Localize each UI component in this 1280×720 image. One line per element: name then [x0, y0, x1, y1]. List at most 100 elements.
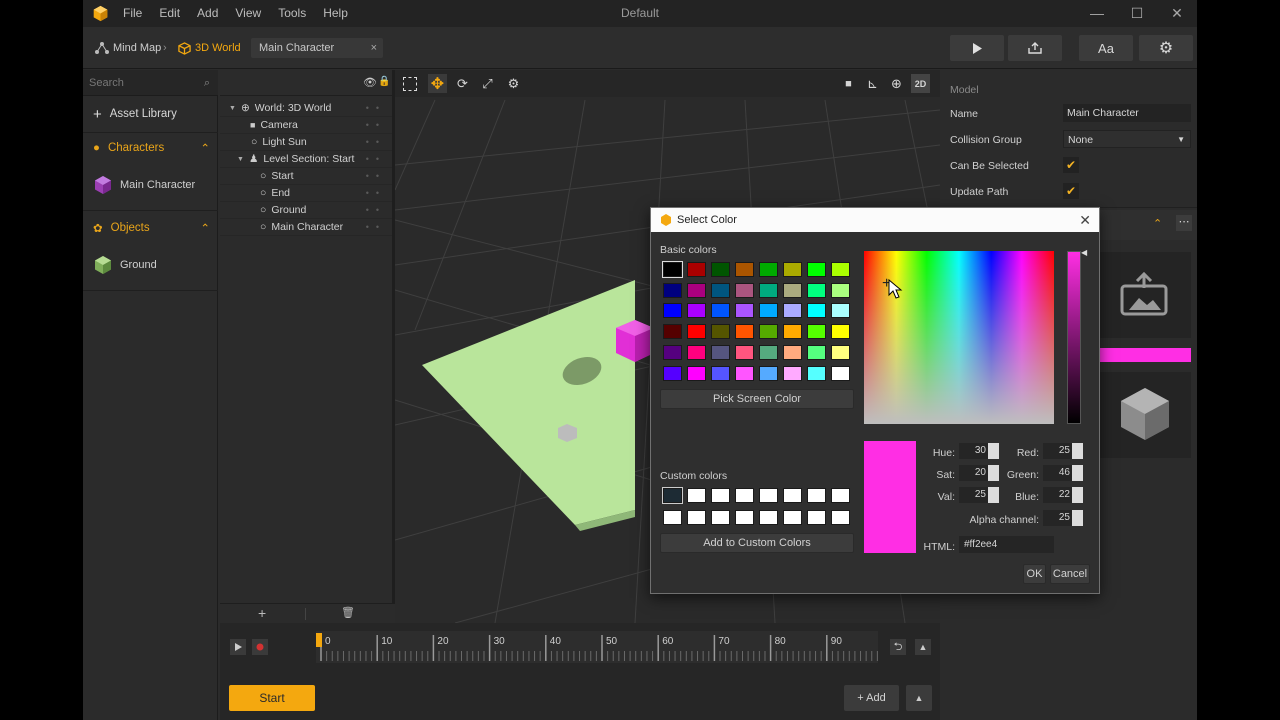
basic-color-swatch[interactable]: [831, 365, 850, 381]
custom-color-swatch[interactable]: [687, 510, 706, 525]
move-tool-button[interactable]: ✥: [428, 74, 447, 93]
row-toggles[interactable]: ••: [366, 168, 386, 185]
basic-color-swatch[interactable]: [759, 365, 778, 381]
custom-color-swatch[interactable]: [783, 510, 802, 525]
row-toggles[interactable]: ••: [366, 185, 386, 202]
chevron-up-icon[interactable]: ⌃: [1153, 217, 1162, 230]
custom-color-swatch[interactable]: [662, 487, 683, 504]
tree-item-camera[interactable]: ■ Camera ••: [220, 117, 392, 134]
color-bar[interactable]: [1099, 348, 1191, 362]
basic-color-swatch[interactable]: [807, 344, 826, 360]
row-toggles[interactable]: ••: [366, 117, 386, 134]
tree-item-light-sun[interactable]: ○ Light Sun ••: [220, 134, 392, 151]
sat-spinbox[interactable]: 20: [959, 465, 999, 481]
pick-screen-color-button[interactable]: Pick Screen Color: [660, 389, 854, 409]
basic-color-swatch[interactable]: [807, 262, 826, 277]
2d-toggle-button[interactable]: 2D: [911, 74, 930, 93]
lock-icon[interactable]: 🔒: [378, 76, 390, 87]
asset-library-button[interactable]: + Asset Library: [83, 99, 218, 129]
playhead[interactable]: [316, 633, 322, 647]
basic-color-swatch[interactable]: [687, 282, 706, 298]
name-field[interactable]: Main Character: [1063, 104, 1191, 122]
basic-color-swatch[interactable]: [711, 282, 730, 298]
breadcrumb-3d-world[interactable]: 3D World: [178, 27, 241, 69]
tree-item-end[interactable]: ○ End ••: [220, 185, 392, 202]
basic-color-swatch[interactable]: [711, 344, 730, 360]
basic-color-swatch[interactable]: [783, 344, 802, 360]
basic-color-swatch[interactable]: [711, 324, 730, 340]
basic-color-swatch[interactable]: [663, 282, 682, 298]
camera-view-button[interactable]: ■: [839, 74, 858, 93]
tree-item-level-section[interactable]: ▼ ♟ Level Section: Start ••: [220, 151, 392, 168]
start-button[interactable]: Start: [229, 685, 315, 711]
row-toggles[interactable]: ••: [366, 151, 386, 168]
scale-tool-button[interactable]: ⤢: [478, 74, 497, 93]
row-toggles[interactable]: ••: [366, 100, 386, 117]
add-event-button[interactable]: + Add: [844, 685, 899, 711]
tab-main-character[interactable]: Main Character ×: [251, 38, 383, 58]
asset-item-ground[interactable]: Ground: [93, 253, 157, 277]
custom-color-swatch[interactable]: [831, 488, 850, 503]
basic-color-swatch[interactable]: [831, 344, 850, 360]
custom-color-swatch[interactable]: [759, 488, 778, 503]
image-upload-slot[interactable]: [1099, 252, 1191, 338]
collapse-timeline-button[interactable]: ▲: [915, 639, 931, 655]
ok-button[interactable]: OK: [1023, 564, 1046, 584]
basic-color-swatch[interactable]: [759, 262, 778, 277]
basic-color-swatch[interactable]: [663, 344, 682, 360]
slider-handle-icon[interactable]: ◀: [1081, 248, 1087, 257]
asset-item-main-character[interactable]: Main Character: [93, 173, 195, 197]
menu-file[interactable]: File: [123, 0, 142, 27]
custom-color-swatch[interactable]: [687, 488, 706, 503]
blue-spinbox[interactable]: 22: [1043, 487, 1083, 503]
custom-color-swatch[interactable]: [735, 510, 754, 525]
menu-edit[interactable]: Edit: [159, 0, 180, 27]
basic-color-swatch[interactable]: [831, 282, 850, 298]
custom-color-swatch[interactable]: [759, 510, 778, 525]
basic-color-swatch[interactable]: [735, 282, 754, 298]
red-spinbox[interactable]: 25: [1043, 443, 1083, 459]
val-spinbox[interactable]: 25: [959, 487, 999, 503]
basic-color-swatch[interactable]: [759, 303, 778, 319]
basic-color-swatch[interactable]: [807, 282, 826, 298]
html-color-input[interactable]: #ff2ee4: [959, 536, 1054, 553]
snap-tool-button[interactable]: ⚙: [504, 74, 523, 93]
update-path-checkbox[interactable]: ✔: [1063, 183, 1079, 199]
basic-color-swatch[interactable]: [759, 324, 778, 340]
basic-color-swatch[interactable]: [831, 303, 850, 319]
basic-color-swatch[interactable]: [711, 262, 730, 277]
perspective-button[interactable]: ⊕: [887, 74, 906, 93]
select-tool-button[interactable]: [400, 74, 419, 93]
basic-color-swatch[interactable]: [807, 365, 826, 381]
custom-color-swatch[interactable]: [831, 510, 850, 525]
tree-item-ground[interactable]: ○ Ground ••: [220, 202, 392, 219]
basic-color-swatch[interactable]: [735, 262, 754, 277]
loop-button[interactable]: ⮌: [890, 639, 906, 655]
section-characters-header[interactable]: ● Characters ⌃: [83, 133, 218, 163]
close-dialog-button[interactable]: ✕: [1079, 208, 1091, 232]
basic-color-swatch[interactable]: [735, 344, 754, 360]
basic-color-swatch[interactable]: [687, 365, 706, 381]
collision-group-select[interactable]: None ▼: [1063, 130, 1191, 148]
visibility-icon[interactable]: 👁: [363, 76, 377, 89]
more-options-button[interactable]: ⋯: [1176, 215, 1192, 231]
basic-color-swatch[interactable]: [663, 324, 682, 340]
alpha-spinbox[interactable]: 25: [1043, 510, 1083, 526]
basic-color-swatch[interactable]: [807, 303, 826, 319]
add-to-custom-colors-button[interactable]: Add to Custom Colors: [660, 533, 854, 553]
rotate-tool-button[interactable]: ⟳: [453, 74, 472, 93]
record-button[interactable]: [252, 639, 268, 655]
breadcrumb-mind-map[interactable]: Mind Map: [95, 27, 161, 69]
basic-color-swatch[interactable]: [687, 324, 706, 340]
add-node-button[interactable]: +: [258, 605, 266, 621]
custom-color-swatch[interactable]: [783, 488, 802, 503]
basic-color-swatch[interactable]: [663, 365, 682, 381]
basic-color-swatch[interactable]: [759, 344, 778, 360]
green-spinbox[interactable]: 46: [1043, 465, 1083, 481]
basic-color-swatch[interactable]: [783, 365, 802, 381]
hue-spinbox[interactable]: 30: [959, 443, 999, 459]
basic-color-swatch[interactable]: [783, 282, 802, 298]
can-be-selected-checkbox[interactable]: ✔: [1063, 157, 1079, 173]
basic-color-swatch[interactable]: [687, 262, 706, 277]
row-toggles[interactable]: ••: [366, 202, 386, 219]
